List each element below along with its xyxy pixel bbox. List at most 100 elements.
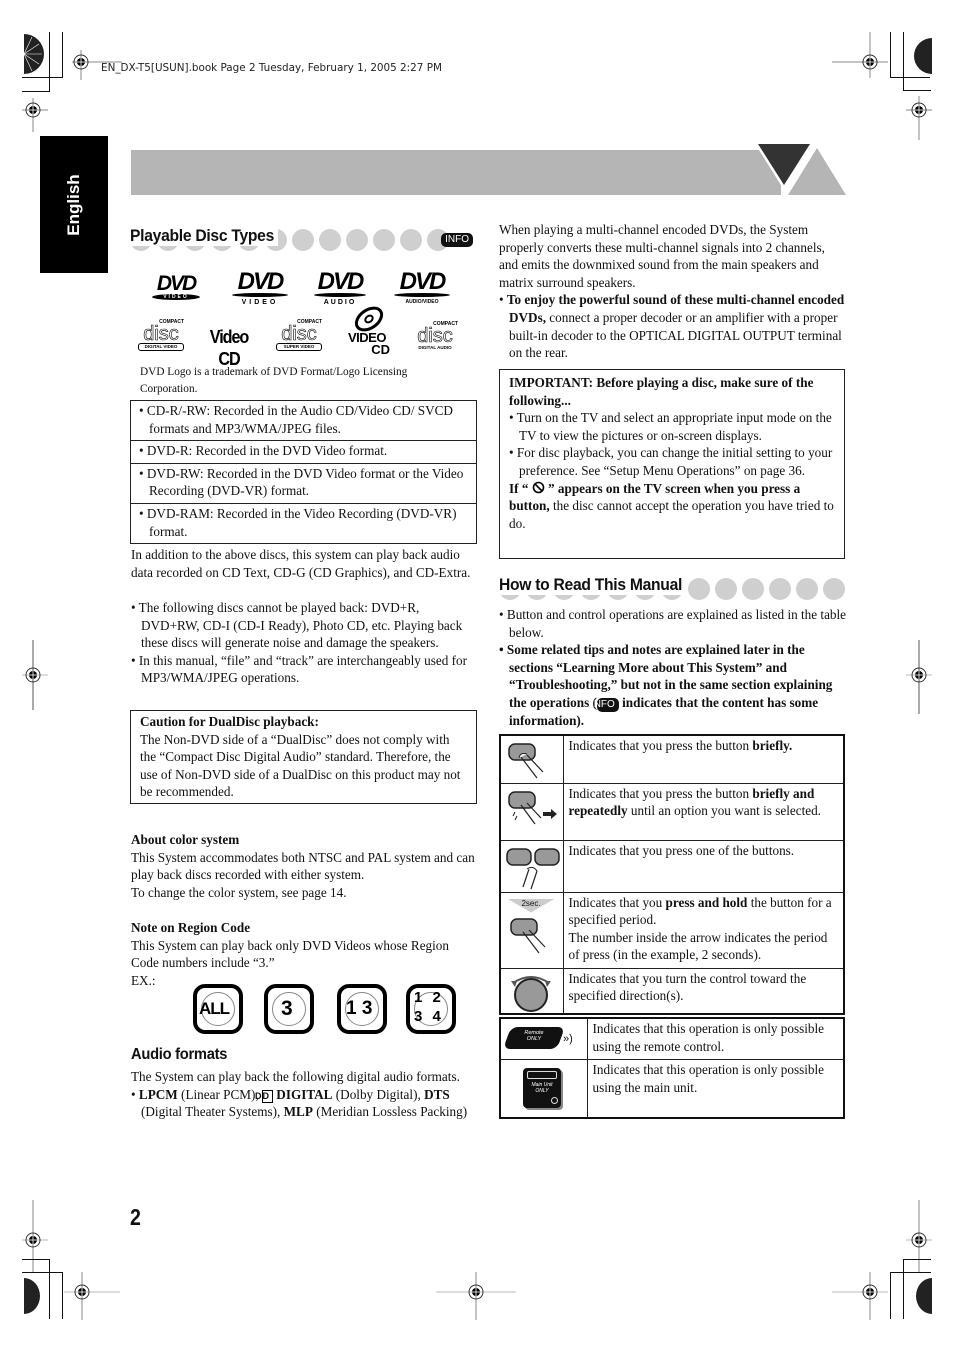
caution-box: Caution for DualDisc playback: The Non-D…: [130, 710, 477, 804]
press-and-hold-icon: 2sec.: [499, 891, 564, 969]
operations-legend-table: Indicates that you press the button brie…: [499, 734, 845, 1016]
section-title: How to Read This Manual: [499, 575, 686, 595]
crosshair-icon: [64, 1272, 120, 1320]
registration-target-icon: [914, 38, 932, 74]
legend-description: Indicates that you press one of the butt…: [562, 839, 845, 893]
header-band: [131, 150, 781, 195]
cd-logos-row: COMPACT disc DIGITAL VIDEO Video CD COMP…: [136, 306, 466, 369]
multichannel-intro: When playing a multi-channel encoded DVD…: [499, 222, 825, 290]
video-cd-disc-logo: VIDEO CD: [342, 306, 392, 356]
press-repeatedly-icon: [499, 782, 564, 841]
registration-target-icon: [916, 1278, 932, 1314]
crosshair-icon: [436, 1272, 516, 1320]
dvd-logos-row: DVD VIDEO DVD VIDEO DVD AUDIO DVD AUDIO/…: [140, 270, 460, 308]
legend-description: Indicates that you press and hold the bu…: [562, 891, 845, 969]
multichannel-bullet: • To enjoy the powerful sound of these m…: [499, 292, 845, 361]
disc-type-item: • CD-R/-RW: Recorded in the Audio CD/Vid…: [139, 403, 453, 436]
section-header-playable-disc-types: Playable Disc Types INFO: [130, 226, 475, 252]
multichannel-section: When playing a multi-channel encoded DVD…: [499, 221, 845, 362]
audio-formats-intro: The System can play back the following d…: [131, 1069, 460, 1084]
note-bullet: • Some related tips and notes are explai…: [499, 642, 833, 728]
language-tab-label: English: [64, 173, 83, 236]
dvd-video-logo: DVD VIDEO: [230, 270, 290, 307]
table-row: Indicates that you press the button brie…: [499, 782, 845, 841]
trademark-note: DVD Logo is a trademark of DVD Format/Lo…: [140, 366, 408, 395]
table-row: Main Unit ONLY Indicates that this operat…: [499, 1059, 845, 1119]
crosshair-icon: [906, 1200, 932, 1272]
region-3-icon: 3: [264, 984, 314, 1034]
region-code-section: Note on Region Code This System can play…: [131, 919, 477, 989]
notes-list: • The following discs cannot be played b…: [131, 599, 477, 687]
language-tab: English: [40, 136, 108, 273]
dvd-audio-logo: DVD AUDIO: [312, 270, 368, 307]
section-header-how-to-read: How to Read This Manual: [499, 575, 845, 601]
crosshair-icon: [22, 1200, 48, 1272]
remote-only-icon: Remote ONLY »): [499, 1017, 588, 1061]
region-code-title: Note on Region Code: [131, 920, 251, 935]
disc-type-item: • DVD-R: Recorded in the DVD Video forma…: [139, 443, 388, 459]
region-all-icon: ALL: [193, 984, 243, 1034]
prohibited-icon: [532, 481, 545, 493]
legend-description: Indicates that you press the button brie…: [562, 734, 845, 784]
table-row: Indicates that you turn the control towa…: [499, 967, 845, 1015]
main-unit-only-icon: Main Unit ONLY: [499, 1059, 588, 1119]
table-row: • DVD-R: Recorded in the DVD Video forma…: [130, 440, 477, 464]
audio-formats-title: Audio formats: [131, 1046, 228, 1063]
table-row: Remote ONLY ») Indicates that this operat…: [499, 1017, 845, 1061]
disc-types-table: • CD-R/-RW: Recorded in the Audio CD/Vid…: [130, 399, 477, 545]
note-bullet: • Button and control operations are expl…: [499, 607, 847, 640]
compact-disc-digital-audio-logo: COMPACT disc DIGITAL AUDIO: [417, 321, 458, 351]
important-title: IMPORTANT: Before playing a disc, make s…: [509, 375, 814, 408]
table-row: • DVD-RAM: Recorded in the Video Recordi…: [130, 502, 477, 545]
important-bullet: • Turn on the TV and select an appropria…: [509, 410, 832, 443]
legend-description: Indicates that you press the button brie…: [562, 782, 845, 841]
crosshair-icon: [22, 98, 48, 132]
color-system-body-2: To change the color system, see page 14.: [131, 884, 347, 900]
legend-description: Indicates that you turn the control towa…: [562, 967, 845, 1015]
audio-formats-bullet: • LPCM (Linear PCM), DD DIGITAL (Dolby D…: [131, 1086, 468, 1120]
disc-icon: [354, 306, 384, 332]
compact-disc-digital-video-logo: COMPACT disc DIGITAL VIDEO: [138, 320, 184, 351]
caution-title: Caution for DualDisc playback:: [140, 714, 319, 729]
press-one-of-buttons-icon: [499, 839, 564, 893]
important-box: IMPORTANT: Before playing a disc, make s…: [499, 369, 845, 559]
color-system-title: About color system: [131, 832, 240, 847]
region-1-3-icon: 1 3: [337, 984, 387, 1034]
registration-target-icon: [24, 1278, 40, 1314]
crosshair-icon: [832, 32, 888, 78]
device-legend-table: Remote ONLY ») Indicates that this operat…: [499, 1017, 845, 1119]
table-row: • DVD-RW: Recorded in the DVD Video form…: [130, 462, 477, 504]
disc-type-item: • DVD-RW: Recorded in the DVD Video form…: [139, 465, 464, 499]
press-briefly-icon: [499, 734, 564, 784]
important-bullet: • For disc playback, you can change the …: [509, 445, 833, 478]
legend-description: Indicates that this operation is only po…: [586, 1059, 845, 1119]
table-row: Indicates that you press one of the butt…: [499, 839, 845, 893]
turn-control-icon: [499, 967, 564, 1015]
caution-body: The Non-DVD side of a “DualDisc” does no…: [140, 731, 461, 800]
crosshair-icon: [22, 640, 48, 710]
how-to-read-notes: • Button and control operations are expl…: [499, 606, 847, 730]
dvd-video-logo: DVD VIDEO: [146, 273, 206, 300]
crosshair-icon: [832, 1272, 888, 1320]
info-badge: INFO: [591, 697, 619, 712]
region-code-body: This System can play back only DVD Video…: [131, 937, 449, 971]
header-triangle-decoration: [754, 142, 846, 195]
table-row: • CD-R/-RW: Recorded in the Audio CD/Vid…: [130, 399, 477, 442]
color-system-body: This System accommodates both NTSC and P…: [131, 849, 475, 883]
registration-target-icon: [23, 34, 44, 74]
crosshair-icon: [906, 96, 932, 140]
table-row: Indicates that you press the button brie…: [499, 734, 845, 784]
note-bullet: • The following discs cannot be played b…: [131, 600, 463, 651]
addition-paragraph: In addition to the above discs, this sys…: [131, 547, 471, 580]
info-badge: INFO: [441, 233, 473, 247]
page-number: 2: [130, 1204, 141, 1230]
crosshair-icon: [906, 640, 932, 714]
note-bullet: • In this manual, “file” and “track” are…: [131, 652, 467, 686]
table-row: 2sec. Indicates that you press and hold …: [499, 891, 845, 969]
color-system-section: About color system This System accommoda…: [131, 831, 477, 901]
legend-description: Indicates that this operation is only po…: [586, 1017, 845, 1061]
region-1-2-3-4-icon: 1 2 3 4: [406, 984, 456, 1034]
book-info-header: EN_DX-T5[USUN].book Page 2 Tuesday, Febr…: [101, 62, 442, 74]
audio-formats-section: The System can play back the following d…: [131, 1068, 477, 1121]
dolby-digital-icon: DD: [255, 1089, 273, 1103]
